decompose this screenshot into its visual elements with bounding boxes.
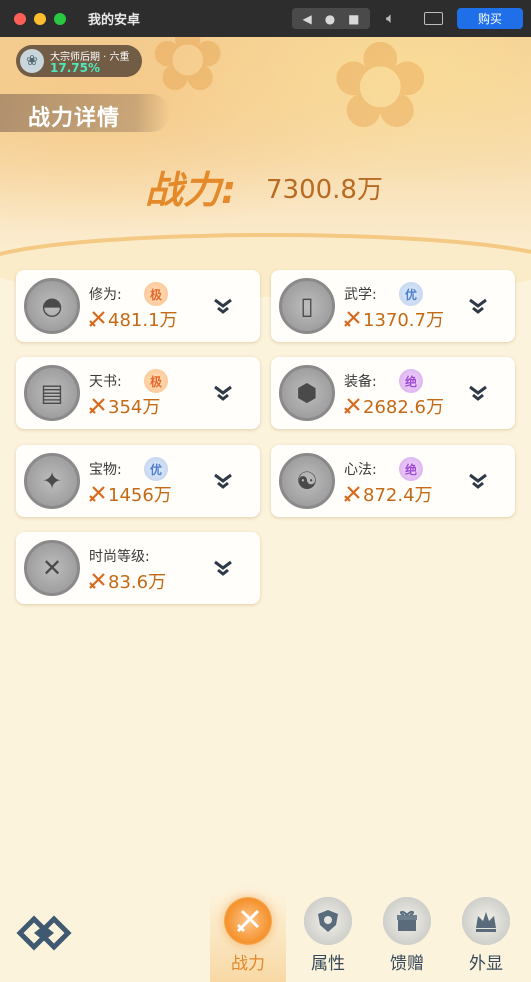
card-value: 1370.7万: [363, 310, 444, 331]
android-nav-controls: ◀ ● ■: [292, 8, 370, 29]
minimize-window-button[interactable]: [34, 12, 46, 25]
card-value: 2682.6万: [363, 397, 444, 418]
close-window-button[interactable]: [14, 12, 26, 25]
card-value: 354万: [108, 397, 161, 418]
tab-label: 外显: [469, 954, 503, 974]
tab-appearance[interactable]: 外显: [448, 893, 522, 982]
power-value: 7300.8万: [266, 175, 383, 205]
crossed-swords-icon: [344, 486, 360, 502]
grade-badge: 优: [144, 457, 168, 481]
book-icon: ▯: [279, 278, 335, 334]
home-icon[interactable]: ●: [325, 13, 335, 25]
page-title: 战力详情: [28, 106, 121, 131]
fashion-icon: ✕: [24, 540, 80, 596]
card-value: 481.1万: [108, 310, 178, 331]
treasure-pot-icon: ✦: [24, 453, 80, 509]
rank-emblem-icon: ❀: [20, 49, 44, 73]
crossed-swords-icon: [89, 486, 105, 502]
tab-power[interactable]: 战力: [210, 893, 286, 982]
stat-card-mind-method[interactable]: ☯ 心法: 绝 872.4万: [271, 445, 515, 517]
crossed-swords-icon: [89, 398, 105, 414]
stat-card-heavenly-book[interactable]: ▤ 天书: 极 354万: [16, 357, 260, 429]
expand-chevron-icon[interactable]: [212, 381, 234, 403]
swords-icon: [224, 897, 272, 945]
window-controls: [14, 12, 66, 25]
stat-card-fashion-level[interactable]: ✕ 时尚等级: 83.6万: [16, 532, 260, 604]
card-label: 武学:: [344, 287, 377, 303]
stat-card-cultivation[interactable]: ◓ 修为: 极 481.1万: [16, 270, 260, 342]
card-value: 83.6万: [108, 572, 167, 593]
stat-card-martial-arts[interactable]: ▯ 武学: 优 1370.7万: [271, 270, 515, 342]
back-icon[interactable]: ◀: [302, 13, 311, 25]
grade-badge: 极: [144, 369, 168, 393]
tab-label: 属性: [311, 954, 345, 974]
meditation-icon: ☯: [279, 453, 335, 509]
grade-badge: 优: [399, 282, 423, 306]
rank-progress-percent: 17.75%: [50, 61, 100, 75]
crossed-swords-icon: [344, 311, 360, 327]
window-titlebar: 我的安卓 ◀ ● ■ 🔈︎ 购买: [0, 0, 531, 37]
tab-label: 战力: [231, 954, 265, 974]
gift-icon: [383, 897, 431, 945]
maple-leaf-decoration: ✿: [330, 37, 431, 156]
hat-icon: ◓: [24, 278, 80, 334]
crossed-swords-icon: [89, 573, 105, 589]
grade-badge: 绝: [399, 457, 423, 481]
card-label: 装备:: [344, 374, 377, 390]
menu-logo-icon[interactable]: [16, 911, 72, 955]
expand-chevron-icon[interactable]: [467, 381, 489, 403]
card-value: 872.4万: [363, 485, 433, 506]
crown-icon: [462, 897, 510, 945]
game-screen: ✿ ✿ ❀ 大宗师后期 · 六重 17.75% 战力详情 战力: 7300.8万…: [0, 37, 531, 982]
crossed-swords-icon: [89, 311, 105, 327]
tab-attributes[interactable]: 属性: [290, 893, 364, 982]
expand-chevron-icon[interactable]: [467, 469, 489, 491]
stat-card-treasure[interactable]: ✦ 宝物: 优 1456万: [16, 445, 260, 517]
equipment-box-icon: ⬢: [279, 365, 335, 421]
rank-badge[interactable]: ❀ 大宗师后期 · 六重 17.75%: [16, 45, 142, 77]
power-label: 战力:: [145, 168, 237, 212]
stat-card-equipment[interactable]: ⬢ 装备: 绝 2682.6万: [271, 357, 515, 429]
expand-chevron-icon[interactable]: [212, 294, 234, 316]
window-title: 我的安卓: [88, 13, 141, 28]
expand-chevron-icon[interactable]: [467, 294, 489, 316]
card-label: 时尚等级:: [89, 549, 150, 565]
zoom-window-button[interactable]: [54, 12, 66, 25]
page-title-banner: 战力详情: [0, 94, 170, 132]
card-label: 天书:: [89, 374, 122, 390]
tab-label: 馈赠: [390, 954, 424, 974]
buy-button[interactable]: 购买: [457, 8, 523, 29]
card-label: 宝物:: [89, 462, 122, 478]
recents-icon[interactable]: ■: [348, 13, 359, 25]
card-label: 修为:: [89, 287, 122, 303]
grade-badge: 绝: [399, 369, 423, 393]
tab-gifts[interactable]: 馈赠: [369, 893, 443, 982]
grade-badge: 极: [144, 282, 168, 306]
scroll-book-icon: ▤: [24, 365, 80, 421]
card-label: 心法:: [344, 462, 377, 478]
shield-icon: [304, 897, 352, 945]
expand-chevron-icon[interactable]: [212, 556, 234, 578]
card-value: 1456万: [108, 485, 172, 506]
crossed-swords-icon: [344, 398, 360, 414]
volume-icon[interactable]: 🔈︎: [386, 9, 395, 27]
keyboard-icon[interactable]: [424, 12, 443, 25]
expand-chevron-icon[interactable]: [212, 469, 234, 491]
